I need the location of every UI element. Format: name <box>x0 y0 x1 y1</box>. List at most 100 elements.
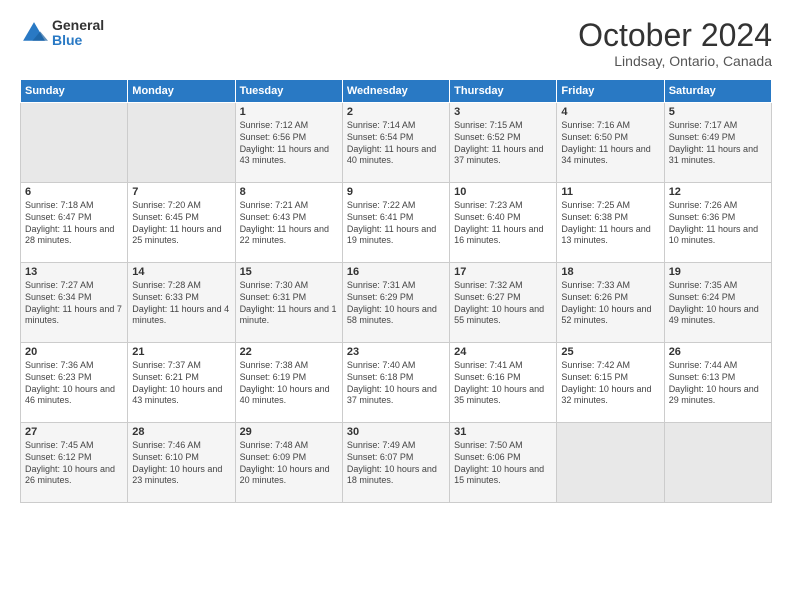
cell-sunrise: Sunrise: 7:23 AMSunset: 6:40 PMDaylight:… <box>454 200 543 245</box>
day-number: 6 <box>25 186 123 198</box>
day-number: 2 <box>347 106 445 118</box>
day-number: 26 <box>669 346 767 358</box>
cell-sunrise: Sunrise: 7:28 AMSunset: 6:33 PMDaylight:… <box>132 280 229 325</box>
calendar-cell: 17 Sunrise: 7:32 AMSunset: 6:27 PMDaylig… <box>450 263 557 343</box>
cell-sunrise: Sunrise: 7:38 AMSunset: 6:19 PMDaylight:… <box>240 360 330 405</box>
calendar-cell: 16 Sunrise: 7:31 AMSunset: 6:29 PMDaylig… <box>342 263 449 343</box>
calendar-cell: 3 Sunrise: 7:15 AMSunset: 6:52 PMDayligh… <box>450 103 557 183</box>
col-tuesday: Tuesday <box>235 80 342 103</box>
cell-sunrise: Sunrise: 7:45 AMSunset: 6:12 PMDaylight:… <box>25 440 115 485</box>
day-number: 20 <box>25 346 123 358</box>
day-number: 30 <box>347 426 445 438</box>
title-block: October 2024 Lindsay, Ontario, Canada <box>578 18 772 69</box>
calendar-cell: 28 Sunrise: 7:46 AMSunset: 6:10 PMDaylig… <box>128 423 235 503</box>
calendar-cell: 15 Sunrise: 7:30 AMSunset: 6:31 PMDaylig… <box>235 263 342 343</box>
day-number: 19 <box>669 266 767 278</box>
calendar-cell <box>21 103 128 183</box>
cell-sunrise: Sunrise: 7:42 AMSunset: 6:15 PMDaylight:… <box>561 360 651 405</box>
calendar-cell: 26 Sunrise: 7:44 AMSunset: 6:13 PMDaylig… <box>664 343 771 423</box>
calendar-cell: 2 Sunrise: 7:14 AMSunset: 6:54 PMDayligh… <box>342 103 449 183</box>
day-number: 31 <box>454 426 552 438</box>
col-friday: Friday <box>557 80 664 103</box>
calendar-cell: 7 Sunrise: 7:20 AMSunset: 6:45 PMDayligh… <box>128 183 235 263</box>
calendar-week-5: 27 Sunrise: 7:45 AMSunset: 6:12 PMDaylig… <box>21 423 772 503</box>
calendar-week-1: 1 Sunrise: 7:12 AMSunset: 6:56 PMDayligh… <box>21 103 772 183</box>
calendar-cell: 23 Sunrise: 7:40 AMSunset: 6:18 PMDaylig… <box>342 343 449 423</box>
day-number: 21 <box>132 346 230 358</box>
header: General Blue October 2024 Lindsay, Ontar… <box>20 18 772 69</box>
calendar-cell: 12 Sunrise: 7:26 AMSunset: 6:36 PMDaylig… <box>664 183 771 263</box>
day-number: 16 <box>347 266 445 278</box>
day-number: 3 <box>454 106 552 118</box>
col-monday: Monday <box>128 80 235 103</box>
calendar-cell <box>128 103 235 183</box>
calendar-cell: 31 Sunrise: 7:50 AMSunset: 6:06 PMDaylig… <box>450 423 557 503</box>
calendar-cell: 22 Sunrise: 7:38 AMSunset: 6:19 PMDaylig… <box>235 343 342 423</box>
logo-text: General Blue <box>52 18 104 49</box>
day-number: 12 <box>669 186 767 198</box>
calendar-cell: 24 Sunrise: 7:41 AMSunset: 6:16 PMDaylig… <box>450 343 557 423</box>
day-number: 15 <box>240 266 338 278</box>
calendar-cell <box>664 423 771 503</box>
cell-sunrise: Sunrise: 7:35 AMSunset: 6:24 PMDaylight:… <box>669 280 759 325</box>
calendar-cell: 5 Sunrise: 7:17 AMSunset: 6:49 PMDayligh… <box>664 103 771 183</box>
cell-sunrise: Sunrise: 7:17 AMSunset: 6:49 PMDaylight:… <box>669 120 758 165</box>
calendar-cell: 25 Sunrise: 7:42 AMSunset: 6:15 PMDaylig… <box>557 343 664 423</box>
day-number: 27 <box>25 426 123 438</box>
calendar-cell: 8 Sunrise: 7:21 AMSunset: 6:43 PMDayligh… <box>235 183 342 263</box>
cell-sunrise: Sunrise: 7:27 AMSunset: 6:34 PMDaylight:… <box>25 280 122 325</box>
cell-sunrise: Sunrise: 7:22 AMSunset: 6:41 PMDaylight:… <box>347 200 436 245</box>
cell-sunrise: Sunrise: 7:18 AMSunset: 6:47 PMDaylight:… <box>25 200 114 245</box>
calendar-week-3: 13 Sunrise: 7:27 AMSunset: 6:34 PMDaylig… <box>21 263 772 343</box>
cell-sunrise: Sunrise: 7:44 AMSunset: 6:13 PMDaylight:… <box>669 360 759 405</box>
cell-sunrise: Sunrise: 7:21 AMSunset: 6:43 PMDaylight:… <box>240 200 329 245</box>
col-sunday: Sunday <box>21 80 128 103</box>
day-number: 7 <box>132 186 230 198</box>
cell-sunrise: Sunrise: 7:40 AMSunset: 6:18 PMDaylight:… <box>347 360 437 405</box>
cell-sunrise: Sunrise: 7:33 AMSunset: 6:26 PMDaylight:… <box>561 280 651 325</box>
cell-sunrise: Sunrise: 7:26 AMSunset: 6:36 PMDaylight:… <box>669 200 758 245</box>
day-number: 13 <box>25 266 123 278</box>
calendar-cell <box>557 423 664 503</box>
day-number: 11 <box>561 186 659 198</box>
logo-icon <box>20 19 48 47</box>
day-number: 8 <box>240 186 338 198</box>
cell-sunrise: Sunrise: 7:12 AMSunset: 6:56 PMDaylight:… <box>240 120 329 165</box>
calendar-cell: 20 Sunrise: 7:36 AMSunset: 6:23 PMDaylig… <box>21 343 128 423</box>
cell-sunrise: Sunrise: 7:49 AMSunset: 6:07 PMDaylight:… <box>347 440 437 485</box>
page: General Blue October 2024 Lindsay, Ontar… <box>0 0 792 612</box>
day-number: 5 <box>669 106 767 118</box>
day-number: 25 <box>561 346 659 358</box>
day-number: 14 <box>132 266 230 278</box>
calendar-cell: 19 Sunrise: 7:35 AMSunset: 6:24 PMDaylig… <box>664 263 771 343</box>
calendar-week-2: 6 Sunrise: 7:18 AMSunset: 6:47 PMDayligh… <box>21 183 772 263</box>
calendar-cell: 10 Sunrise: 7:23 AMSunset: 6:40 PMDaylig… <box>450 183 557 263</box>
cell-sunrise: Sunrise: 7:25 AMSunset: 6:38 PMDaylight:… <box>561 200 650 245</box>
calendar-cell: 30 Sunrise: 7:49 AMSunset: 6:07 PMDaylig… <box>342 423 449 503</box>
cell-sunrise: Sunrise: 7:48 AMSunset: 6:09 PMDaylight:… <box>240 440 330 485</box>
calendar-cell: 27 Sunrise: 7:45 AMSunset: 6:12 PMDaylig… <box>21 423 128 503</box>
col-thursday: Thursday <box>450 80 557 103</box>
day-number: 1 <box>240 106 338 118</box>
day-number: 10 <box>454 186 552 198</box>
location: Lindsay, Ontario, Canada <box>578 53 772 69</box>
calendar-cell: 1 Sunrise: 7:12 AMSunset: 6:56 PMDayligh… <box>235 103 342 183</box>
cell-sunrise: Sunrise: 7:50 AMSunset: 6:06 PMDaylight:… <box>454 440 544 485</box>
day-number: 29 <box>240 426 338 438</box>
calendar-cell: 11 Sunrise: 7:25 AMSunset: 6:38 PMDaylig… <box>557 183 664 263</box>
logo: General Blue <box>20 18 104 49</box>
cell-sunrise: Sunrise: 7:16 AMSunset: 6:50 PMDaylight:… <box>561 120 650 165</box>
cell-sunrise: Sunrise: 7:46 AMSunset: 6:10 PMDaylight:… <box>132 440 222 485</box>
day-number: 18 <box>561 266 659 278</box>
month-title: October 2024 <box>578 18 772 53</box>
header-row: Sunday Monday Tuesday Wednesday Thursday… <box>21 80 772 103</box>
cell-sunrise: Sunrise: 7:36 AMSunset: 6:23 PMDaylight:… <box>25 360 115 405</box>
cell-sunrise: Sunrise: 7:14 AMSunset: 6:54 PMDaylight:… <box>347 120 436 165</box>
calendar-cell: 4 Sunrise: 7:16 AMSunset: 6:50 PMDayligh… <box>557 103 664 183</box>
day-number: 22 <box>240 346 338 358</box>
calendar-table: Sunday Monday Tuesday Wednesday Thursday… <box>20 79 772 503</box>
day-number: 24 <box>454 346 552 358</box>
day-number: 9 <box>347 186 445 198</box>
calendar-cell: 29 Sunrise: 7:48 AMSunset: 6:09 PMDaylig… <box>235 423 342 503</box>
cell-sunrise: Sunrise: 7:31 AMSunset: 6:29 PMDaylight:… <box>347 280 437 325</box>
